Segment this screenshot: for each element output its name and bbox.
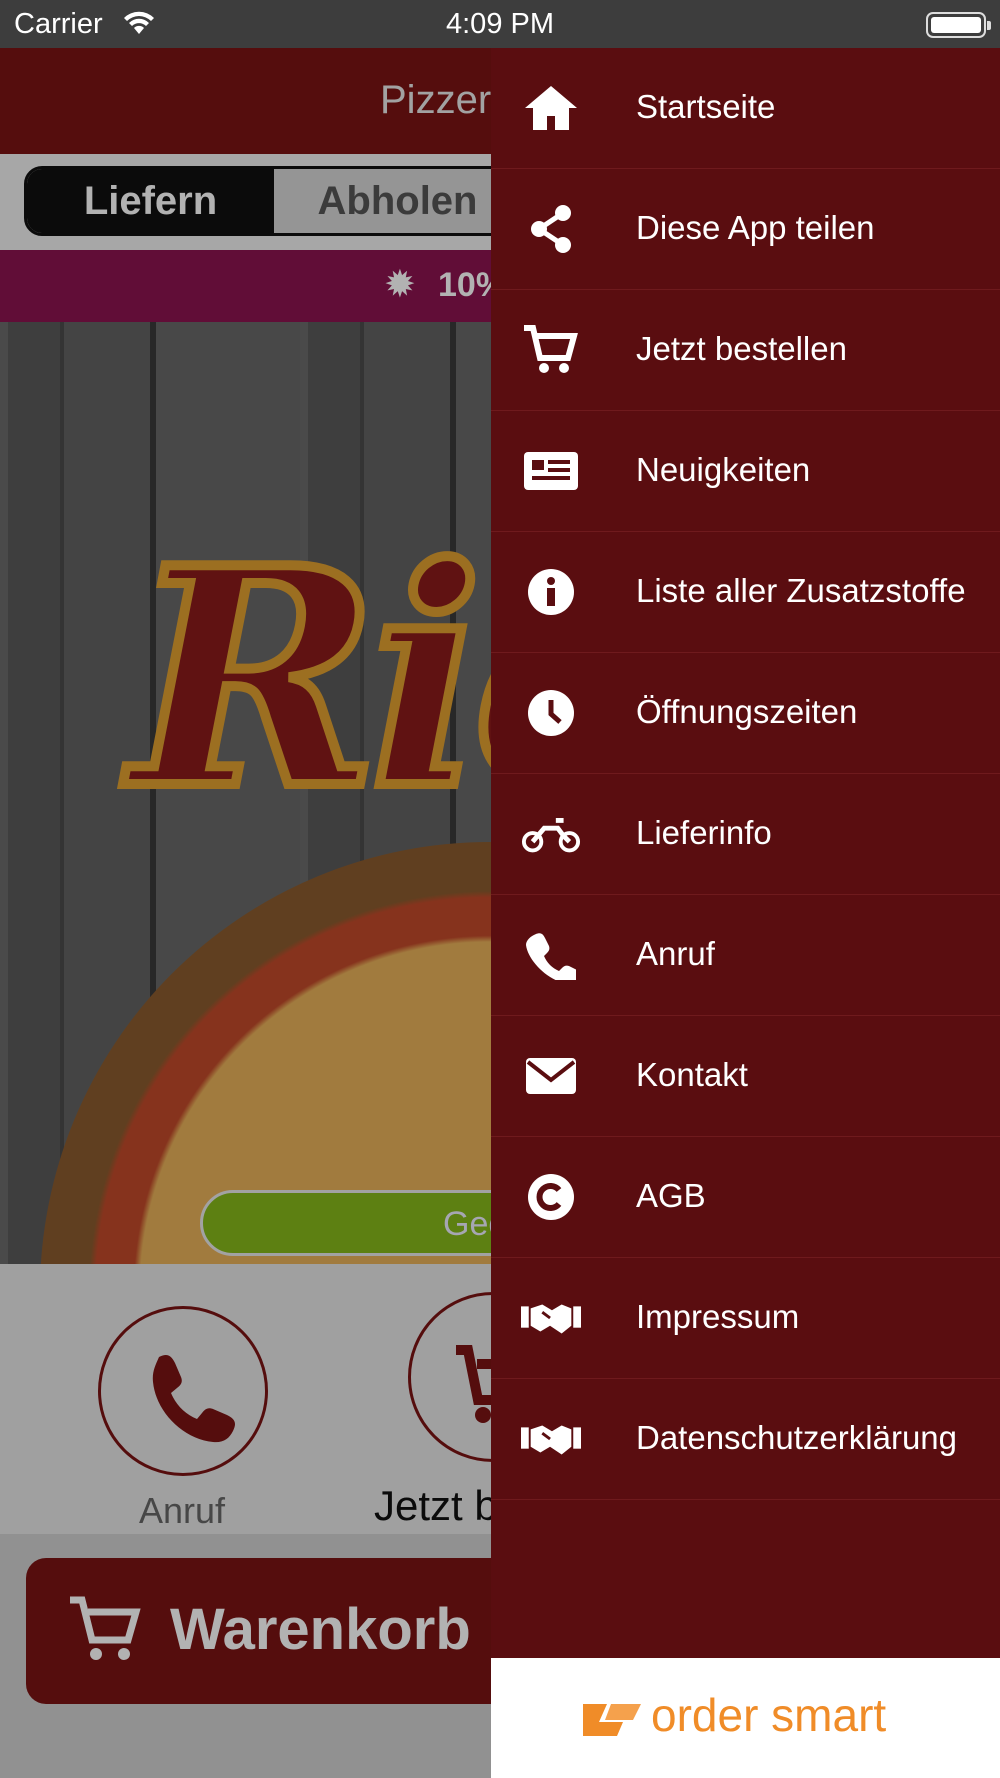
- cart-icon: [521, 322, 581, 378]
- handshake-icon: [521, 1290, 581, 1346]
- menu-item-label: Datenschutzerklärung: [636, 1419, 958, 1456]
- order-smart-brand: order smart: [651, 1689, 887, 1741]
- motorcycle-icon: [521, 806, 581, 862]
- menu-item-startseite[interactable]: Startseite: [491, 48, 1000, 169]
- menu-item-share[interactable]: Diese App teilen: [491, 169, 1000, 290]
- clock-icon: [521, 685, 581, 741]
- menu-item-label: AGB: [636, 1177, 706, 1214]
- menu-item-label: Startseite: [636, 88, 776, 125]
- menu-item-label: Kontakt: [636, 1056, 748, 1093]
- newspaper-icon: [521, 443, 581, 499]
- menu-item-call[interactable]: Anruf: [491, 895, 1000, 1016]
- menu-item-order-now[interactable]: Jetzt bestellen: [491, 290, 1000, 411]
- home-icon: [521, 80, 581, 136]
- menu-item-label: Anruf: [636, 935, 715, 972]
- menu-item-label: Lieferinfo: [636, 814, 772, 851]
- order-smart-logo-icon: [581, 1698, 643, 1743]
- menu-item-label: Öffnungszeiten: [636, 693, 858, 730]
- menu-item-contact[interactable]: Kontakt: [491, 1016, 1000, 1137]
- share-icon: [521, 201, 581, 257]
- menu-item-imprint[interactable]: Impressum: [491, 1258, 1000, 1379]
- handshake-icon: [521, 1411, 581, 1467]
- status-bar: Carrier 4:09 PM: [0, 0, 1000, 48]
- envelope-icon: [521, 1048, 581, 1104]
- copyright-icon: [521, 1169, 581, 1225]
- menu-item-terms[interactable]: AGB: [491, 1137, 1000, 1258]
- battery-icon: [926, 12, 991, 38]
- clock-time: 4:09 PM: [446, 8, 554, 40]
- menu-item-label: Impressum: [636, 1298, 800, 1335]
- menu-item-label: Diese App teilen: [636, 209, 875, 246]
- drawer-footer: order smart: [491, 1658, 1000, 1778]
- menu-item-label: Neuigkeiten: [636, 451, 811, 488]
- menu-item-label: Jetzt bestellen: [636, 330, 847, 367]
- menu-item-privacy[interactable]: Datenschutzerklärung: [491, 1379, 1000, 1500]
- info-icon: [521, 564, 581, 620]
- menu-item-news[interactable]: Neuigkeiten: [491, 411, 1000, 532]
- menu-item-additives[interactable]: Liste aller Zusatzstoffe: [491, 532, 1000, 653]
- phone-icon: [521, 927, 581, 983]
- menu-item-label: Liste aller Zusatzstoffe: [636, 572, 966, 609]
- side-drawer: Startseite Diese App teilen Jetzt bestel…: [491, 48, 1000, 1778]
- menu-item-opening-hours[interactable]: Öffnungszeiten: [491, 653, 1000, 774]
- menu-item-delivery-info[interactable]: Lieferinfo: [491, 774, 1000, 895]
